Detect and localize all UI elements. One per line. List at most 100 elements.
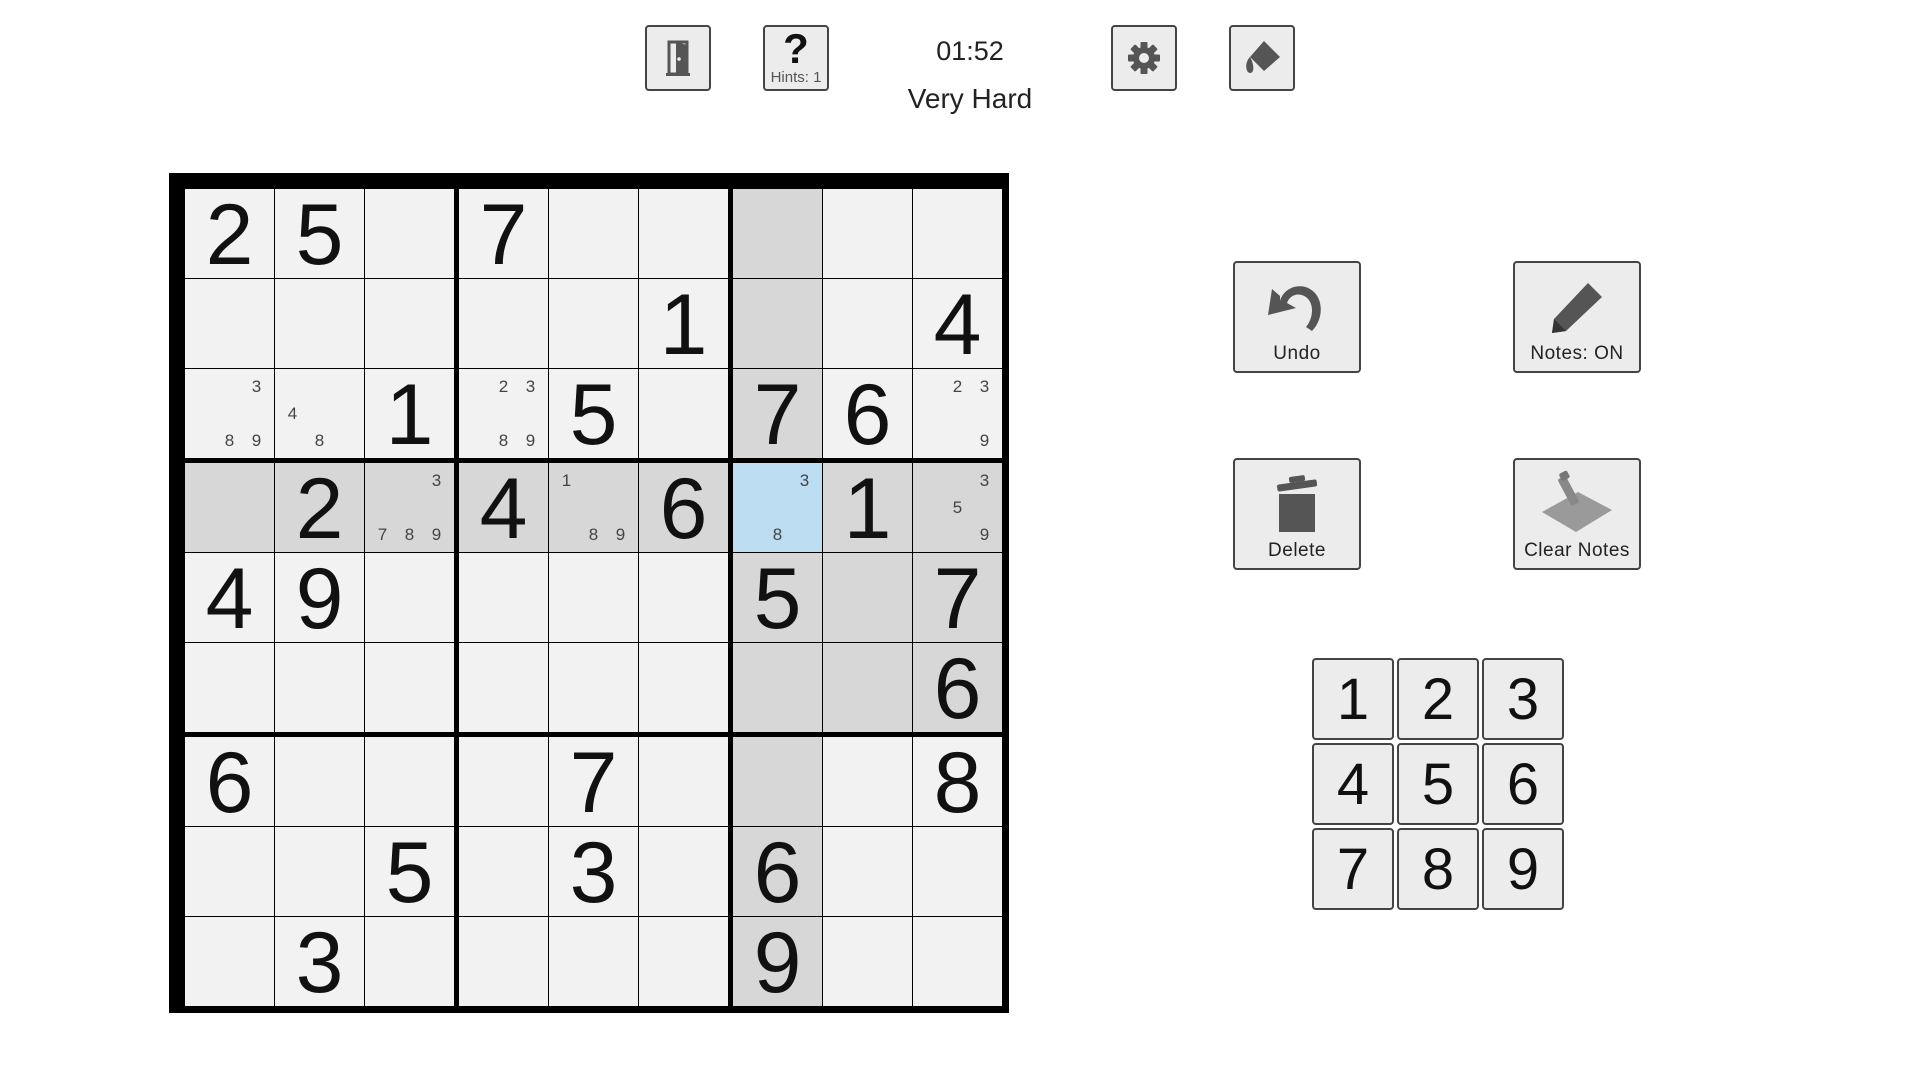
board-cell[interactable]: 2 — [185, 189, 274, 278]
notes-toggle-button[interactable]: Notes: ON — [1513, 261, 1641, 373]
board-cell[interactable] — [365, 279, 454, 368]
board-cell[interactable] — [639, 553, 728, 642]
board-cell[interactable]: 7 — [549, 737, 638, 826]
settings-button[interactable] — [1111, 25, 1177, 91]
hint-button[interactable]: ? Hints: 1 — [763, 25, 829, 91]
clear-notes-button[interactable]: Clear Notes — [1513, 458, 1641, 570]
board-cell[interactable]: 4 — [185, 553, 274, 642]
board-cell[interactable]: 3 — [549, 827, 638, 916]
board-cell[interactable] — [185, 643, 274, 732]
board-cell[interactable] — [185, 279, 274, 368]
numpad-key-4[interactable]: 4 — [1312, 743, 1394, 825]
board-cell[interactable] — [733, 643, 822, 732]
board-cell[interactable] — [275, 643, 364, 732]
board-cell[interactable] — [639, 189, 728, 278]
board-cell[interactable] — [185, 463, 274, 552]
board-cell[interactable] — [823, 279, 912, 368]
board-cell[interactable]: 4 — [459, 463, 548, 552]
board-cell[interactable] — [549, 553, 638, 642]
board-cell[interactable] — [549, 643, 638, 732]
delete-button[interactable]: Delete — [1233, 458, 1361, 570]
board-cell[interactable] — [365, 737, 454, 826]
board-cell[interactable]: 2 — [275, 463, 364, 552]
board-cell[interactable]: 359 — [913, 463, 1002, 552]
board-cell[interactable]: 6 — [639, 463, 728, 552]
numpad-key-6[interactable]: 6 — [1482, 743, 1564, 825]
board-cell[interactable] — [549, 917, 638, 1006]
board-cell[interactable]: 9 — [275, 553, 364, 642]
board-cell[interactable]: 4 — [913, 279, 1002, 368]
undo-label: Undo — [1273, 343, 1321, 364]
board-cell[interactable]: 3 89 — [185, 369, 274, 458]
board-cell[interactable] — [459, 279, 548, 368]
board-cell[interactable]: 6 — [733, 827, 822, 916]
board-cell[interactable] — [639, 643, 728, 732]
board-cell[interactable] — [823, 827, 912, 916]
board-cell[interactable] — [185, 917, 274, 1006]
board-cell[interactable]: 1 — [823, 463, 912, 552]
board-cell[interactable] — [733, 189, 822, 278]
board-cell[interactable] — [365, 553, 454, 642]
board-cell[interactable]: 8 — [913, 737, 1002, 826]
board-cell[interactable] — [459, 643, 548, 732]
numpad-key-1[interactable]: 1 — [1312, 658, 1394, 740]
board-cell[interactable] — [823, 189, 912, 278]
board-cell[interactable] — [913, 827, 1002, 916]
board-cell[interactable] — [549, 279, 638, 368]
board-cell[interactable]: 9 — [733, 917, 822, 1006]
board-cell[interactable] — [823, 643, 912, 732]
board-cell[interactable] — [459, 917, 548, 1006]
board-cell[interactable] — [275, 827, 364, 916]
board-cell[interactable]: 5 — [365, 827, 454, 916]
board-cell[interactable] — [549, 189, 638, 278]
board-cell[interactable] — [823, 737, 912, 826]
board-cell[interactable]: 1 — [365, 369, 454, 458]
board-cell[interactable] — [733, 279, 822, 368]
board-cell[interactable]: 3 — [275, 917, 364, 1006]
board-cell[interactable]: 23 89 — [459, 369, 548, 458]
board-cell[interactable] — [639, 917, 728, 1006]
board-cell[interactable]: 5 — [733, 553, 822, 642]
exit-button[interactable] — [645, 25, 711, 91]
board-cell[interactable] — [365, 917, 454, 1006]
board-cell[interactable]: 5 — [275, 189, 364, 278]
board-cell[interactable] — [733, 737, 822, 826]
board-cell[interactable]: 5 — [549, 369, 638, 458]
board-cell[interactable] — [823, 553, 912, 642]
board-cell[interactable]: 7 — [459, 189, 548, 278]
board-cell[interactable] — [823, 917, 912, 1006]
numpad-key-5[interactable]: 5 — [1397, 743, 1479, 825]
board-cell[interactable]: 6 — [823, 369, 912, 458]
board-cell[interactable]: 6 — [185, 737, 274, 826]
board-cell[interactable]: 1 — [639, 279, 728, 368]
board-cell[interactable] — [275, 279, 364, 368]
board-cell[interactable]: 38 — [733, 463, 822, 552]
board-cell[interactable]: 23 9 — [913, 369, 1002, 458]
board-cell[interactable] — [913, 917, 1002, 1006]
board-cell[interactable] — [913, 189, 1002, 278]
board-cell[interactable]: 3 789 — [365, 463, 454, 552]
timer: 01:52 — [936, 36, 1004, 66]
board-cell[interactable] — [459, 737, 548, 826]
board-cell[interactable] — [639, 737, 728, 826]
board-cell[interactable] — [185, 827, 274, 916]
board-cell[interactable]: 7 — [913, 553, 1002, 642]
board-cell[interactable] — [365, 189, 454, 278]
numpad-key-8[interactable]: 8 — [1397, 828, 1479, 910]
board-cell[interactable] — [275, 737, 364, 826]
board-cell[interactable]: 7 — [733, 369, 822, 458]
board-cell[interactable]: 6 — [913, 643, 1002, 732]
board-cell[interactable]: 48 — [275, 369, 364, 458]
theme-button[interactable] — [1229, 25, 1295, 91]
numpad-key-9[interactable]: 9 — [1482, 828, 1564, 910]
board-cell[interactable]: 1 89 — [549, 463, 638, 552]
board-cell[interactable] — [459, 553, 548, 642]
board-cell[interactable] — [365, 643, 454, 732]
numpad-key-2[interactable]: 2 — [1397, 658, 1479, 740]
board-cell[interactable] — [459, 827, 548, 916]
numpad-key-3[interactable]: 3 — [1482, 658, 1564, 740]
board-cell[interactable] — [639, 827, 728, 916]
board-cell[interactable] — [639, 369, 728, 458]
numpad-key-7[interactable]: 7 — [1312, 828, 1394, 910]
undo-button[interactable]: Undo — [1233, 261, 1361, 373]
